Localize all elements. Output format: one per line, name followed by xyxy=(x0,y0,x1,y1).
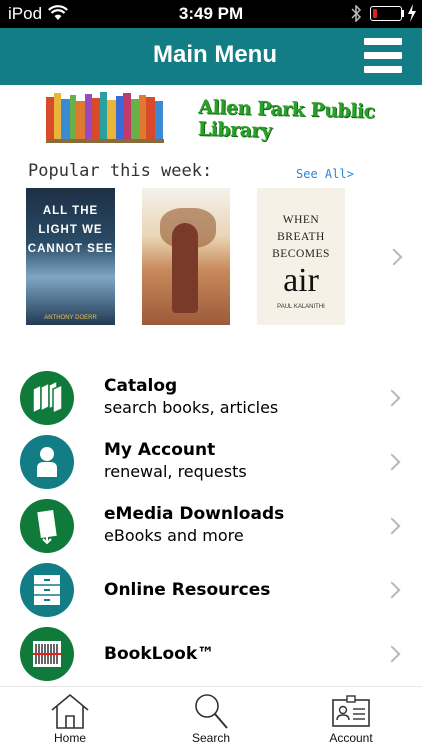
chevron-right-icon xyxy=(383,517,401,535)
menu-item-label: Online Resources xyxy=(104,580,271,600)
menu-item-label: My Account xyxy=(104,440,216,460)
book-cover[interactable]: WHEN BREATH BECOMES air PAUL KALANITHI xyxy=(257,188,345,325)
tab-label: Account xyxy=(329,731,373,745)
menu-item-label: eMedia Downloads xyxy=(104,504,285,524)
person-icon xyxy=(20,435,74,489)
cabinet-icon xyxy=(20,563,74,617)
page-title: Main Menu xyxy=(153,41,277,68)
menu-item-online-resources[interactable]: Online Resources xyxy=(0,558,422,620)
charging-icon xyxy=(407,4,417,27)
chevron-right-icon xyxy=(383,581,401,599)
books-icon xyxy=(20,371,74,425)
book-title: WHEN BREATH BECOMES xyxy=(272,214,330,260)
menu-item-booklook[interactable]: BookLook™ xyxy=(0,622,422,684)
cover-art xyxy=(172,223,198,313)
navbar: Main Menu xyxy=(0,28,422,85)
book-author: ANTHONY DOERR xyxy=(44,315,97,321)
battery-tip xyxy=(402,10,404,17)
menu-item-label: Catalog xyxy=(104,376,178,396)
bluetooth-icon xyxy=(350,4,362,27)
bookshelf-logo-icon xyxy=(46,92,164,143)
carousel-next-icon[interactable] xyxy=(385,248,403,266)
tab-search[interactable]: Search xyxy=(161,687,261,751)
menu-item-subtitle: eBooks and more xyxy=(104,526,244,545)
tab-home[interactable]: Home xyxy=(20,687,120,751)
barcode-icon xyxy=(20,627,74,681)
ebook-download-icon xyxy=(20,499,74,553)
menu-item-emedia-downloads[interactable]: eMedia Downloads eBooks and more xyxy=(0,494,422,556)
id-card-icon xyxy=(332,695,370,727)
popular-heading: Popular this week: xyxy=(28,161,213,181)
menu-item-subtitle: renewal, requests xyxy=(104,462,247,481)
library-name: Allen Park Public Library xyxy=(197,96,376,142)
status-bar: iPod 3:49 PM xyxy=(0,0,422,28)
menu-item-catalog[interactable]: Catalog search books, articles xyxy=(0,366,422,428)
menu-item-my-account[interactable]: My Account renewal, requests xyxy=(0,430,422,492)
book-cover[interactable]: ALL THE LIGHT WE CANNOT SEE ANTHONY DOER… xyxy=(26,188,115,325)
chevron-right-icon xyxy=(383,389,401,407)
book-author: PAUL KALANITHI xyxy=(277,304,325,310)
see-all-link[interactable]: See All> xyxy=(296,167,354,181)
tab-bar: Home Search Account xyxy=(0,686,422,751)
battery-icon xyxy=(370,6,402,21)
chevron-right-icon xyxy=(383,453,401,471)
menu-item-label: BookLook™ xyxy=(104,644,215,664)
chevron-right-icon xyxy=(383,645,401,663)
book-title-large: air xyxy=(283,262,319,299)
book-title: ALL THE LIGHT WE CANNOT SEE xyxy=(27,205,114,255)
tab-account[interactable]: Account xyxy=(301,687,401,751)
library-banner: Allen Park Public Library xyxy=(0,85,422,155)
tab-label: Search xyxy=(191,731,231,745)
search-icon xyxy=(195,694,228,729)
menu-item-subtitle: search books, articles xyxy=(104,398,279,417)
book-cover[interactable] xyxy=(142,188,230,325)
tab-label: Home xyxy=(53,731,86,745)
hamburger-menu-icon[interactable] xyxy=(364,38,402,74)
home-icon xyxy=(51,693,89,729)
